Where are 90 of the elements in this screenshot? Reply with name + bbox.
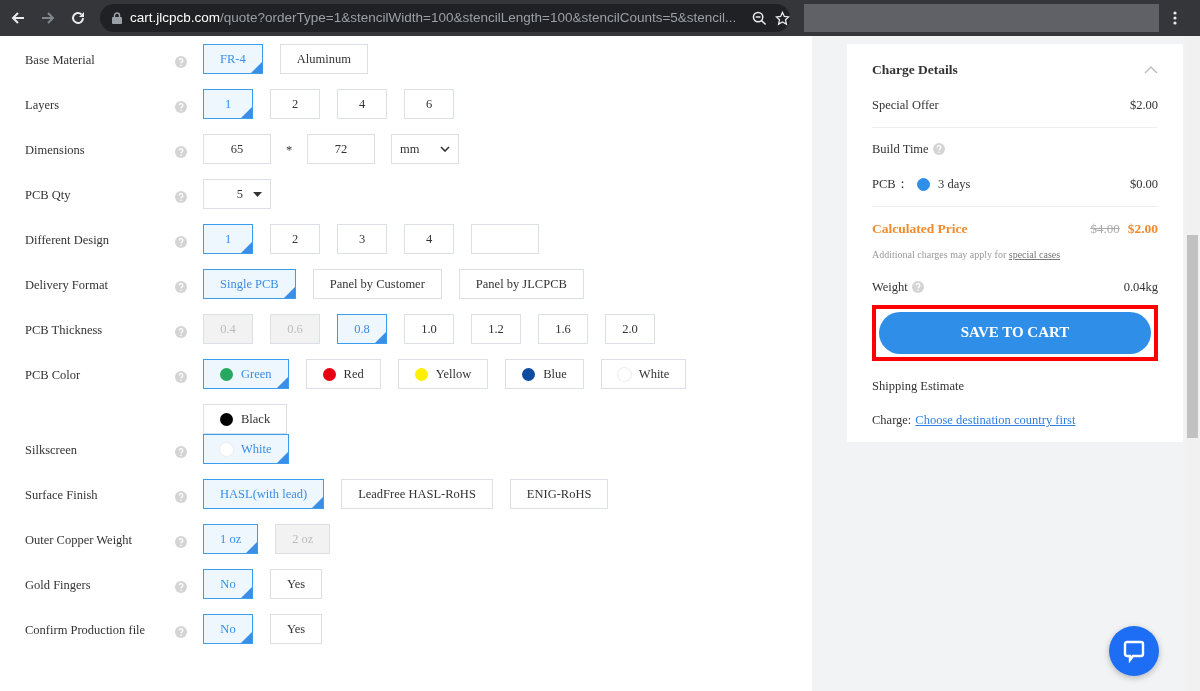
option-button[interactable]: Yes <box>270 614 323 644</box>
option-button[interactable]: 2 <box>270 224 320 254</box>
help-icon[interactable] <box>175 491 187 504</box>
option-button[interactable]: Panel by Customer <box>312 269 442 299</box>
panel-title: Charge Details <box>872 61 958 79</box>
offer-label: Special Offer <box>872 97 939 115</box>
build-price: $0.00 <box>1129 175 1158 193</box>
help-icon[interactable] <box>175 281 187 294</box>
option-button[interactable]: 6 <box>404 89 454 119</box>
help-icon[interactable] <box>175 626 187 639</box>
help-icon[interactable] <box>175 371 187 384</box>
pcb-label: PCB： <box>872 175 910 193</box>
help-icon[interactable] <box>175 146 187 159</box>
option-button[interactable]: Red <box>305 359 381 389</box>
discounted-price: $2.00 <box>1127 219 1158 238</box>
chevron-down-icon <box>440 146 450 152</box>
option-button[interactable]: Yellow <box>397 359 489 389</box>
radio-button[interactable] <box>917 177 930 191</box>
field-label: Base Material <box>25 52 96 69</box>
field-label: Confirm Production file <box>25 622 147 639</box>
quantity-select[interactable]: 5 <box>203 179 271 209</box>
option-button[interactable]: LeadFree HASL-RoHS <box>341 479 493 509</box>
width-field[interactable]: 65 <box>203 134 271 164</box>
length-field[interactable]: 72 <box>307 134 375 164</box>
url-text: cart.jlcpcb.com/quote?orderType=1&stencilWidth=100&stencilLength=100&stencilCounts=5&stencil... <box>130 8 737 27</box>
option-button[interactable]: ENIG-RoHS <box>509 479 609 509</box>
offer-value: $2.00 <box>1129 97 1158 115</box>
option-button[interactable]: Blue <box>505 359 584 389</box>
country-link[interactable]: Choose destination country first <box>915 411 1076 430</box>
option-button[interactable]: Yes <box>270 569 323 599</box>
reload-icon[interactable] <box>70 10 86 26</box>
field-label: PCB Qty <box>25 187 72 204</box>
option-button[interactable]: 4 <box>404 224 454 254</box>
scrollbar-thumb[interactable] <box>1187 235 1198 438</box>
build-option-label: 3 days <box>938 175 971 193</box>
help-icon[interactable] <box>932 143 945 156</box>
field-label: Delivery Format <box>25 277 109 294</box>
custom-quantity-field[interactable] <box>471 224 539 254</box>
help-icon[interactable] <box>175 101 187 114</box>
help-icon[interactable] <box>175 56 187 69</box>
shipping-label: Shipping Estimate <box>872 377 965 395</box>
field-label: Dimensions <box>25 142 86 159</box>
chevron-up-icon[interactable] <box>1144 66 1158 75</box>
option-button[interactable]: Black <box>203 404 288 434</box>
help-icon[interactable] <box>175 446 187 459</box>
chat-bubble-icon <box>1122 639 1146 663</box>
caret-down-icon <box>253 191 262 197</box>
option-button[interactable]: 3 <box>337 224 387 254</box>
field-label: Layers <box>25 97 60 114</box>
option-button[interactable]: 2 <box>270 89 320 119</box>
option-button[interactable]: 2.0 <box>605 314 655 344</box>
address-bar[interactable]: cart.jlcpcb.com/quote?orderType=1&stencilWidth=100&stencilLength=100&stencilCounts=5&stencil... <box>100 4 790 32</box>
unit-select[interactable]: mm <box>391 134 459 164</box>
weight-value: 0.04kg <box>1123 278 1158 296</box>
field-label: Surface Finish <box>25 487 99 504</box>
field-label: PCB Color <box>25 367 82 384</box>
option-button[interactable]: 1.6 <box>538 314 588 344</box>
field-label: Gold Fingers <box>25 577 92 594</box>
zoom-icon[interactable] <box>752 10 768 26</box>
scrollbar[interactable] <box>1185 36 1200 691</box>
special-cases-link[interactable]: special cases <box>1008 248 1061 260</box>
charge-label: Charge: <box>872 412 912 430</box>
field-label: Silkscreen <box>25 442 79 459</box>
back-icon[interactable] <box>10 10 26 26</box>
help-icon[interactable] <box>175 191 187 204</box>
help-icon[interactable] <box>175 236 187 249</box>
option-button[interactable]: 4 <box>337 89 387 119</box>
menu-icon[interactable] <box>1173 10 1177 26</box>
multiply-sign: * <box>284 142 294 159</box>
help-icon[interactable] <box>175 326 187 339</box>
help-icon[interactable] <box>911 281 924 294</box>
bookmark-star-icon[interactable] <box>775 10 791 26</box>
help-icon[interactable] <box>175 581 187 594</box>
charges-note: Additional charges may apply for special cases <box>872 247 1062 262</box>
option-button[interactable]: Panel by JLCPCB <box>458 269 584 299</box>
calculated-price-label: Calculated Price <box>872 219 968 238</box>
option-button[interactable]: Aluminum <box>279 44 368 74</box>
original-price: $4.00 <box>1090 219 1120 238</box>
option-button[interactable]: 1.2 <box>471 314 521 344</box>
option-button[interactable]: White <box>600 359 687 389</box>
field-label: Different Design <box>25 232 111 249</box>
forward-icon[interactable] <box>40 10 56 26</box>
weight-label: Weight <box>872 278 908 296</box>
option-button[interactable]: 1.0 <box>404 314 454 344</box>
chat-button[interactable] <box>1109 626 1159 676</box>
lock-icon <box>112 12 122 24</box>
field-label: Outer Copper Weight <box>25 532 134 549</box>
help-icon[interactable] <box>175 536 187 549</box>
build-time-label: Build Time <box>872 141 929 158</box>
field-label: PCB Thickness <box>25 322 104 339</box>
